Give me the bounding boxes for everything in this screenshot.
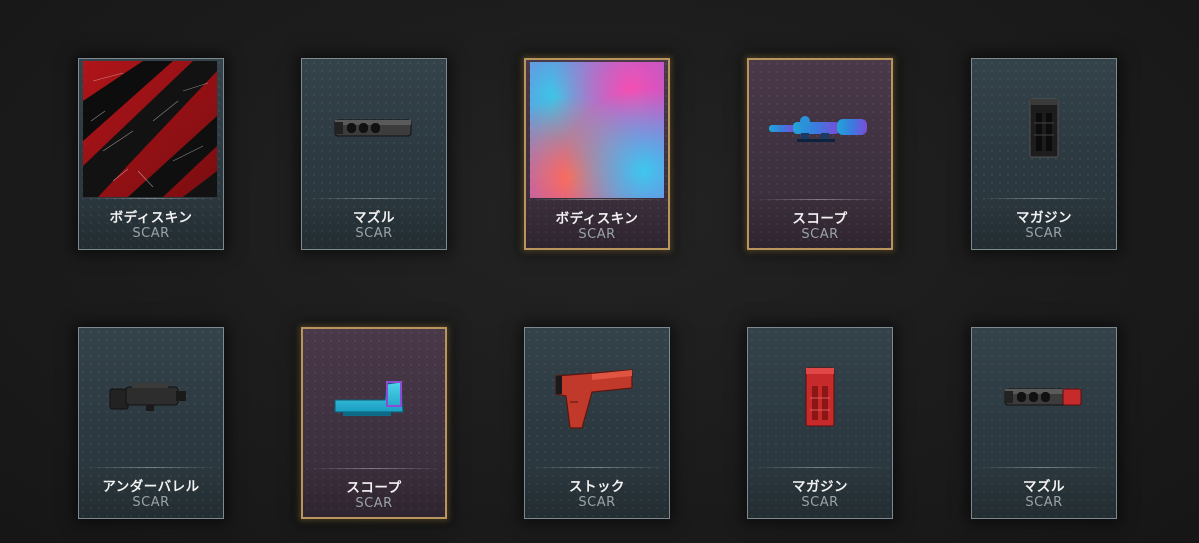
tactical-light-black-icon — [79, 328, 223, 466]
item-type-label: マズル — [1023, 479, 1065, 495]
stock-red-icon — [525, 328, 669, 466]
item-type-label: アンダーバレル — [102, 479, 200, 495]
item-card[interactable]: スコープ SCAR — [301, 327, 447, 519]
item-type-label: スコープ — [346, 480, 402, 496]
card-divider — [755, 199, 885, 200]
item-card[interactable]: マガジン SCAR — [971, 58, 1117, 250]
rifle-scope-blue-icon — [749, 60, 891, 198]
item-type-label: マガジン — [792, 479, 848, 495]
item-type-label: マズル — [353, 210, 395, 226]
item-type-label: ストック — [569, 479, 625, 495]
card-divider — [978, 467, 1110, 468]
weapon-label: SCAR — [132, 226, 170, 241]
card-divider — [754, 467, 886, 468]
weapon-label: SCAR — [355, 226, 393, 241]
item-card[interactable]: マズル SCAR — [301, 58, 447, 250]
muzzle-brake-black-icon — [302, 59, 446, 197]
card-divider — [85, 198, 217, 199]
item-card[interactable]: マズル SCAR — [971, 327, 1117, 519]
item-card[interactable]: スコープ SCAR — [747, 58, 893, 250]
card-divider — [308, 198, 440, 199]
item-grid: ボディスキン SCAR マズル SCAR ボディスキン SCAR スコープ SC… — [0, 0, 1199, 543]
card-divider — [978, 198, 1110, 199]
weapon-label: SCAR — [132, 495, 170, 510]
item-type-label: マガジン — [1016, 210, 1072, 226]
muzzle-brake-red-icon — [972, 328, 1116, 466]
card-divider — [532, 199, 662, 200]
weapon-label: SCAR — [801, 227, 839, 242]
item-card[interactable]: ストック SCAR — [524, 327, 670, 519]
item-type-label: ボディスキン — [555, 211, 639, 227]
magazine-red-icon — [748, 328, 892, 466]
weapon-label: SCAR — [1025, 495, 1063, 510]
holo-sight-teal-icon — [303, 329, 445, 467]
card-divider — [85, 467, 217, 468]
card-divider — [309, 468, 439, 469]
red-claw-skin-icon — [83, 61, 217, 197]
weapon-label: SCAR — [578, 495, 616, 510]
item-card[interactable]: マガジン SCAR — [747, 327, 893, 519]
item-card[interactable]: ボディスキン SCAR — [524, 58, 670, 250]
card-divider — [531, 467, 663, 468]
item-card[interactable]: アンダーバレル SCAR — [78, 327, 224, 519]
magazine-black-icon — [972, 59, 1116, 197]
holographic-gradient-skin-icon — [530, 62, 664, 198]
weapon-label: SCAR — [801, 495, 839, 510]
weapon-label: SCAR — [578, 227, 616, 242]
item-card[interactable]: ボディスキン SCAR — [78, 58, 224, 250]
weapon-label: SCAR — [355, 496, 393, 511]
item-type-label: スコープ — [792, 211, 848, 227]
weapon-label: SCAR — [1025, 226, 1063, 241]
item-type-label: ボディスキン — [109, 210, 193, 226]
